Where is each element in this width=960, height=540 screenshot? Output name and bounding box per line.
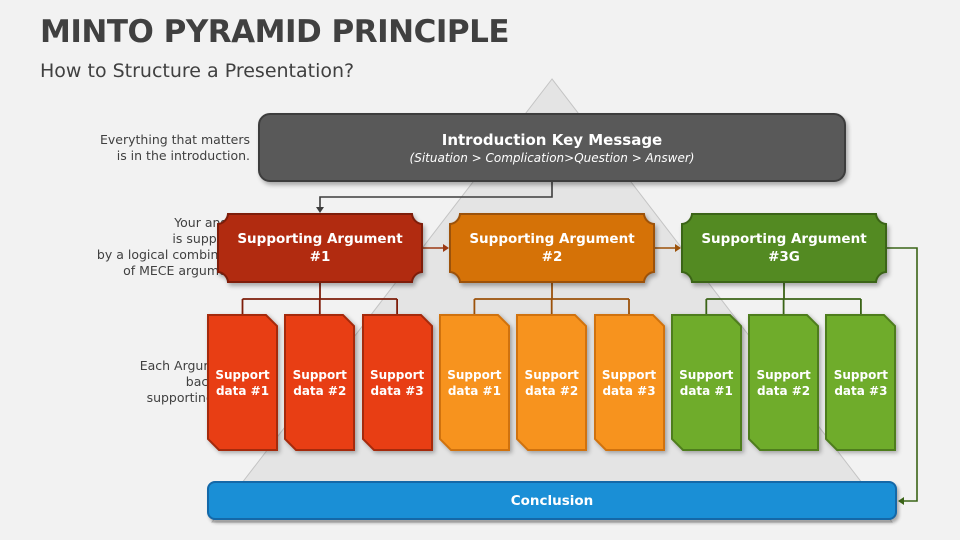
page-subtitle: How to Structure a Presentation? — [40, 60, 355, 82]
card-label-line1: Support — [679, 367, 734, 382]
card-label-line2: data #1 — [447, 383, 501, 398]
argument-label-line2: #2 — [541, 249, 563, 265]
card-label-line2: data #2 — [525, 383, 579, 398]
intro-title: Introduction Key Message — [441, 130, 663, 149]
support-data-card-3-2[interactable]: Support data #2 — [748, 314, 820, 451]
note-line: is in the introduction. — [116, 148, 250, 163]
supporting-argument-2[interactable]: Supporting Argument #2 — [449, 213, 655, 283]
introduction-key-message-box[interactable]: Introduction Key Message (Situation > Co… — [258, 113, 846, 182]
page-title: MINTO PYRAMID PRINCIPLE — [40, 14, 510, 50]
intro-subtitle: (Situation > Complication>Question > Ans… — [409, 150, 695, 165]
card-label-line1: Support — [215, 367, 270, 382]
support-data-card-3-1[interactable]: Support data #1 — [670, 314, 742, 451]
argument-label-line2: #3G — [768, 249, 800, 265]
card-label-line1: Support — [756, 367, 811, 382]
note-line: Everything that matters — [100, 132, 250, 147]
card-label-line2: data #2 — [757, 383, 811, 398]
supporting-argument-1[interactable]: Supporting Argument #1 — [217, 213, 423, 283]
conclusion-label: Conclusion — [510, 492, 594, 509]
arrowhead-conclusion — [898, 497, 904, 505]
card-label-line1: Support — [447, 367, 502, 382]
card-label-line2: data #3 — [602, 383, 656, 398]
support-data-card-3-3[interactable]: Support data #3 — [825, 314, 897, 451]
card-label-line1: Support — [369, 367, 425, 382]
card-label-line2: data #1 — [215, 383, 270, 398]
argument-label-line1: Supporting Argument — [237, 231, 403, 247]
argument-label-line1: Supporting Argument — [469, 231, 635, 247]
intro-side-note: Everything that matters is in the introd… — [100, 132, 250, 164]
support-data-card-2-2[interactable]: Support data #2 — [516, 314, 588, 451]
support-data-card-1-3[interactable]: Support data #3 — [361, 314, 433, 451]
card-label-line1: Support — [833, 367, 889, 382]
support-data-card-1-1[interactable]: Support data #1 — [207, 314, 278, 451]
conclusion-box[interactable]: Conclusion — [207, 481, 897, 520]
card-label-line2: data #3 — [834, 383, 888, 398]
support-data-card-2-1[interactable]: Support data #1 — [438, 314, 510, 451]
argument-label-line2: #1 — [309, 249, 331, 265]
card-label-line1: Support — [292, 367, 347, 382]
card-label-line2: data #1 — [679, 383, 733, 398]
argument-label-line1: Supporting Argument — [701, 231, 867, 247]
card-label-line2: data #2 — [293, 383, 347, 398]
card-label-line1: Support — [524, 367, 579, 382]
support-data-card-1-2[interactable]: Support data #2 — [284, 314, 356, 451]
supporting-argument-3[interactable]: Supporting Argument #3G — [681, 213, 887, 283]
support-data-card-2-3[interactable]: Support data #3 — [593, 314, 665, 451]
card-label-line1: Support — [601, 367, 657, 382]
card-label-line2: data #3 — [370, 383, 424, 398]
